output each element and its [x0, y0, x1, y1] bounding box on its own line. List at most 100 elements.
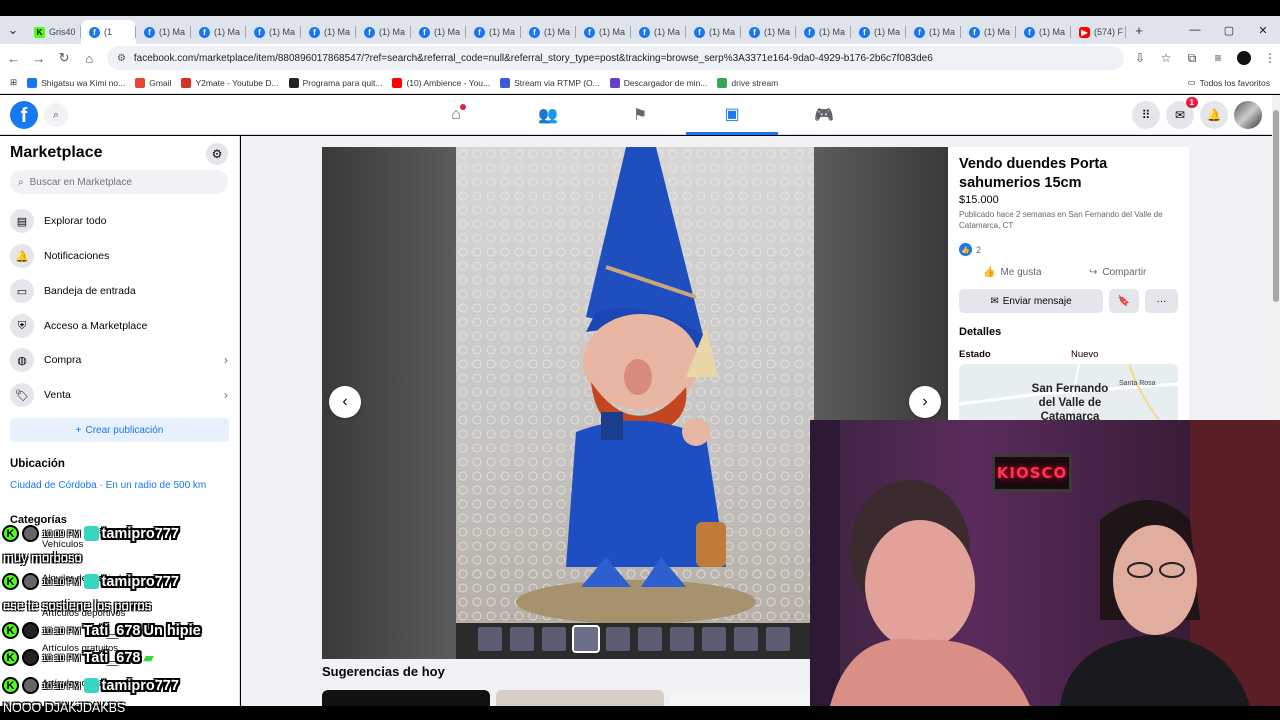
home-icon[interactable]: ⌂: [78, 46, 101, 70]
nav-marketplace-icon[interactable]: ▣: [686, 95, 778, 135]
kick-icon: K: [2, 649, 19, 666]
listing-price: $15.000: [959, 194, 999, 206]
facebook-logo[interactable]: f: [10, 101, 38, 129]
browser-tab[interactable]: f (1) Ma: [136, 20, 191, 44]
all-bookmarks[interactable]: ▭ Todos los favoritos: [1188, 77, 1270, 88]
location-map[interactable]: San Fernando del Valle de Catamarca Sant…: [959, 364, 1178, 420]
nav-gaming-icon[interactable]: 🎮: [778, 95, 870, 135]
photo-thumbnail[interactable]: [638, 627, 662, 651]
chat-time: 10:10 PM: [42, 625, 81, 636]
browser-tab[interactable]: f (1) Ma: [466, 20, 521, 44]
next-photo-button[interactable]: ›: [909, 386, 941, 418]
sidebar-item-venta[interactable]: 🏷 Venta ›: [10, 380, 230, 410]
bookmark-item[interactable]: Programa para quit...: [288, 77, 382, 88]
browser-tab[interactable]: f (1) Ma: [686, 20, 741, 44]
close-icon[interactable]: ✕: [1246, 16, 1280, 44]
bookmark-item[interactable]: (10) Ambience - You...: [392, 77, 490, 88]
back-icon[interactable]: ←: [2, 46, 25, 70]
reading-list-icon[interactable]: ≡: [1208, 48, 1228, 68]
photo-thumbnail[interactable]: [542, 627, 566, 651]
sidebar-item-acceso-a-marketplace[interactable]: ⛨ Acceso a Marketplace: [10, 311, 230, 341]
facebook-search-icon[interactable]: ⌕: [44, 103, 68, 127]
photo-thumbnail[interactable]: [510, 627, 534, 651]
sidebar-item-compra[interactable]: ◍ Compra ›: [10, 345, 230, 375]
photo-thumbnail[interactable]: [572, 625, 600, 653]
create-listing-button[interactable]: + Crear publicación: [10, 418, 229, 442]
browser-tab[interactable]: f (1) Ma: [246, 20, 301, 44]
browser-tab[interactable]: f (1) Ma: [741, 20, 796, 44]
sidebar-item-explorar-todo[interactable]: ▤ Explorar todo: [10, 206, 230, 236]
settings-gear-icon[interactable]: ⚙: [206, 143, 228, 165]
browser-tab[interactable]: f (1) Ma: [906, 20, 961, 44]
browser-tab[interactable]: f (1) Ma: [576, 20, 631, 44]
address-bar[interactable]: ⚙ facebook.com/marketplace/item/88089601…: [106, 46, 1124, 70]
facebook-favicon-icon: f: [804, 26, 815, 38]
sidebar-item-bandeja-de-entrada[interactable]: ▭ Bandeja de entrada: [10, 276, 230, 306]
bookmark-item[interactable]: Gmail: [135, 77, 171, 88]
photo-thumbnail[interactable]: [606, 627, 630, 651]
minimize-icon[interactable]: —: [1178, 16, 1212, 44]
tab-title: (1) Ma: [544, 27, 571, 37]
photo-thumbnail[interactable]: [670, 627, 694, 651]
bookmark-item[interactable]: Y2mate - Youtube D...: [181, 77, 279, 88]
reload-icon[interactable]: ↻: [52, 46, 75, 70]
like-button[interactable]: 👍 Me gusta: [983, 263, 1042, 281]
tab-title: (1) Ma: [324, 27, 351, 37]
nav-home-icon[interactable]: ⌂: [410, 95, 502, 135]
location-value-link[interactable]: Ciudad de Córdoba · En un radio de 500 k…: [10, 480, 206, 491]
account-avatar[interactable]: [1234, 101, 1262, 129]
browser-tab[interactable]: f (1) Ma: [301, 20, 356, 44]
marketplace-search[interactable]: ⌕: [10, 170, 228, 194]
menu-kebab-icon[interactable]: ⋮: [1260, 48, 1280, 68]
browser-tab[interactable]: ▶ (574) F: [1071, 20, 1126, 44]
send-message-button[interactable]: ✉ Enviar mensaje: [959, 289, 1103, 313]
browser-tab[interactable]: f (1) Ma: [796, 20, 851, 44]
menu-grid-icon[interactable]: ⠿: [1132, 101, 1160, 129]
photo-thumbnail[interactable]: [478, 627, 502, 651]
bookmark-item[interactable]: Descargador de min...: [609, 77, 707, 88]
more-options-button[interactable]: ···: [1145, 289, 1178, 313]
browser-tab[interactable]: f (1) Ma: [521, 20, 576, 44]
new-tab-button[interactable]: +: [1126, 18, 1152, 42]
photo-thumbnail[interactable]: [766, 627, 790, 651]
tab-title: (1) Ma: [764, 27, 791, 37]
apps-grid-icon[interactable]: ⊞: [10, 77, 17, 88]
page-scrollbar-thumb[interactable]: [1273, 110, 1279, 302]
bookmark-star-icon[interactable]: ☆: [1156, 48, 1176, 68]
browser-tab[interactable]: f (1) Ma: [851, 20, 906, 44]
bookmark-item[interactable]: Shigatsu wa Kimi no...: [27, 77, 125, 88]
install-app-icon[interactable]: ⇩: [1130, 48, 1150, 68]
browser-tab[interactable]: f (1) Ma: [356, 20, 411, 44]
suggestion-card[interactable]: [496, 690, 664, 706]
browser-tab[interactable]: f (1) Ma: [631, 20, 686, 44]
notifications-bell-icon[interactable]: 🔔: [1200, 101, 1228, 129]
bookmark-item[interactable]: Stream via RTMP (O...: [500, 77, 600, 88]
save-bookmark-button[interactable]: 🔖: [1109, 289, 1139, 313]
profile-icon[interactable]: [1234, 48, 1254, 68]
maximize-icon[interactable]: ▢: [1212, 16, 1246, 44]
previous-photo-button[interactable]: ‹: [329, 386, 361, 418]
tab-title: (1) Ma: [654, 27, 681, 37]
suggestion-card[interactable]: [322, 690, 490, 706]
like-count[interactable]: 👍 2: [959, 243, 981, 256]
browser-tab[interactable]: f (1: [81, 20, 136, 44]
shield-icon: ⛨: [10, 314, 34, 338]
share-button[interactable]: ↪ Compartir: [1089, 263, 1146, 281]
extensions-icon[interactable]: ⧉: [1182, 48, 1202, 68]
browser-tab[interactable]: f (1) Ma: [191, 20, 246, 44]
messenger-icon[interactable]: ✉ 1: [1166, 97, 1198, 129]
nav-friends-icon[interactable]: 👥: [502, 95, 594, 135]
browser-tab[interactable]: f (1) Ma: [411, 20, 466, 44]
tab-search-chevron-icon[interactable]: ⌄: [0, 18, 26, 42]
photo-thumbnail[interactable]: [734, 627, 758, 651]
marketplace-search-input[interactable]: [29, 176, 210, 188]
forward-icon[interactable]: →: [27, 46, 50, 70]
browser-tab[interactable]: f (1) Ma: [1016, 20, 1071, 44]
site-info-icon[interactable]: ⚙: [117, 53, 126, 64]
browser-tab[interactable]: K Gris40: [26, 20, 81, 44]
photo-thumbnail[interactable]: [702, 627, 726, 651]
bookmark-item[interactable]: drive stream: [717, 77, 778, 88]
browser-tab[interactable]: f (1) Ma: [961, 20, 1016, 44]
sidebar-item-notificaciones[interactable]: 🔔 Notificaciones: [10, 241, 230, 271]
nav-pages-flag-icon[interactable]: ⚑: [594, 95, 686, 135]
